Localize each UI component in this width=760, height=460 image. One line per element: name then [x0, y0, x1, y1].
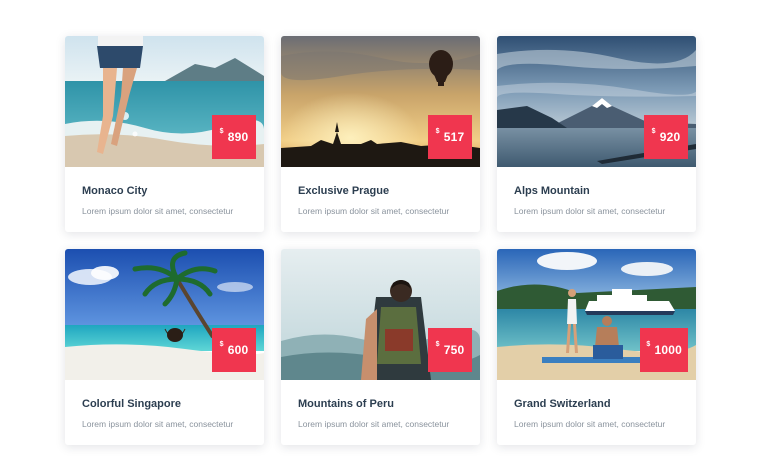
card-title[interactable]: Monaco City — [82, 185, 247, 197]
price-value: 517 — [443, 130, 465, 144]
card-title[interactable]: Grand Switzerland — [514, 398, 679, 410]
price-badge: $ 1000 — [640, 328, 688, 372]
card-description: Lorem ipsum dolor sit amet, consectetur — [82, 419, 234, 429]
card-title[interactable]: Exclusive Prague — [298, 185, 463, 197]
currency-symbol: $ — [435, 341, 440, 348]
price-value: 1000 — [654, 343, 682, 357]
currency-symbol: $ — [219, 128, 224, 135]
sunset-hot-air-balloon-photo: $ 517 — [281, 36, 480, 167]
price-value: 750 — [443, 343, 465, 357]
card-description: Lorem ipsum dolor sit amet, consectetur — [82, 206, 234, 216]
snowy-mountain-lake-photo: $ 920 — [497, 36, 696, 167]
price-badge: $ 517 — [428, 115, 472, 159]
tour-card-grid: $ 890 Monaco City Lorem ipsum dolor sit … — [65, 36, 696, 445]
price-badge: $ 920 — [644, 115, 688, 159]
currency-symbol: $ — [219, 341, 224, 348]
currency-symbol: $ — [651, 128, 656, 135]
tour-card-switzerland[interactable]: $ 1000 Grand Switzerland Lorem ipsum dol… — [497, 249, 696, 445]
price-value: 600 — [227, 343, 249, 357]
card-description: Lorem ipsum dolor sit amet, consectetur — [298, 419, 450, 429]
tour-card-monaco[interactable]: $ 890 Monaco City Lorem ipsum dolor sit … — [65, 36, 264, 232]
currency-symbol: $ — [646, 341, 651, 348]
palm-tree-beach-photo: $ 600 — [65, 249, 264, 380]
price-badge: $ 890 — [212, 115, 256, 159]
beach-legs-splash-photo: $ 890 — [65, 36, 264, 167]
tour-card-alps[interactable]: $ 920 Alps Mountain Lorem ipsum dolor si… — [497, 36, 696, 232]
currency-symbol: $ — [435, 128, 440, 135]
card-description: Lorem ipsum dolor sit amet, consectetur — [298, 206, 450, 216]
tour-card-singapore[interactable]: $ 600 Colorful Singapore Lorem ipsum dol… — [65, 249, 264, 445]
tour-card-prague[interactable]: $ 517 Exclusive Prague Lorem ipsum dolor… — [281, 36, 480, 232]
price-badge: $ 600 — [212, 328, 256, 372]
price-value: 920 — [659, 130, 681, 144]
price-value: 890 — [227, 130, 249, 144]
card-title[interactable]: Alps Mountain — [514, 185, 679, 197]
card-description: Lorem ipsum dolor sit amet, consectetur — [514, 206, 666, 216]
beach-couple-cruise-ship-photo: $ 1000 — [497, 249, 696, 380]
card-title[interactable]: Colorful Singapore — [82, 398, 247, 410]
price-badge: $ 750 — [428, 328, 472, 372]
card-title[interactable]: Mountains of Peru — [298, 398, 463, 410]
tour-card-peru[interactable]: $ 750 Mountains of Peru Lorem ipsum dolo… — [281, 249, 480, 445]
hiker-backpack-mountains-photo: $ 750 — [281, 249, 480, 380]
card-description: Lorem ipsum dolor sit amet, consectetur — [514, 419, 666, 429]
